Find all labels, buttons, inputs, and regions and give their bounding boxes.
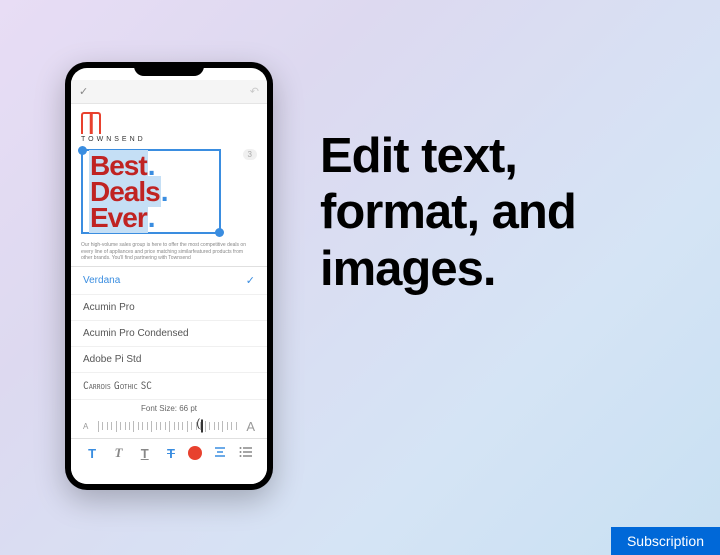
slider-thumb-icon[interactable] [201,420,203,433]
list-button[interactable] [237,446,255,461]
format-toolbar: T T T T [71,438,267,468]
tick-icon [147,422,148,430]
document-canvas[interactable]: TOWNSEND Best. Deals. Ever. 3 Our high-v… [71,104,267,266]
tick-icon [160,422,161,430]
tick-icon [111,422,112,430]
font-size-label: Font Size: 66 pt [71,400,267,417]
bold-button[interactable]: T [83,446,101,461]
app-topbar: ✓ ↶ [71,80,267,104]
tick-icon [165,422,166,430]
tick-icon [120,422,121,430]
tick-icon [182,422,183,430]
font-size-slider[interactable]: A A [71,417,267,438]
check-icon[interactable]: ✓ [79,85,88,98]
phone-mockup: ✓ ↶ TOWNSEND Best. Deals. Ever. 3 Our hi… [65,62,273,490]
tick-icon [227,422,228,430]
phone-screen: ✓ ↶ TOWNSEND Best. Deals. Ever. 3 Our hi… [71,68,267,484]
tick-icon [231,422,232,430]
tick-icon [169,421,170,432]
text-color-button[interactable] [188,446,202,460]
tick-icon [236,422,237,430]
font-option[interactable]: Adobe Pi Std [71,347,267,373]
tick-icon [116,421,117,432]
tick-icon [205,421,206,432]
underline-button[interactable]: T [136,446,154,461]
check-icon: ✓ [246,274,255,287]
strike-button[interactable]: T [162,446,180,461]
tick-icon [129,422,130,430]
resize-handle-bottom-right-icon[interactable] [215,228,224,237]
tick-icon [187,421,188,432]
tick-icon [125,422,126,430]
tick-icon [107,422,108,430]
tick-icon [174,422,175,430]
tick-icon [218,422,219,430]
align-button[interactable] [211,446,229,461]
font-picker-panel: Verdana✓Acumin ProAcumin Pro CondensedAd… [71,266,267,484]
tick-icon [98,421,99,432]
tick-icon [133,421,134,432]
brand-name: TOWNSEND [81,136,146,143]
resize-handle-top-left-icon[interactable] [78,146,87,155]
logo-mark-icon [81,112,101,134]
slider-large-icon: A [246,419,255,434]
tick-icon [214,422,215,430]
tick-icon [209,422,210,430]
tick-icon [151,421,152,432]
brand-logo: TOWNSEND [81,112,257,143]
tick-icon [222,421,223,432]
tick-icon [102,422,103,430]
font-option[interactable]: Acumin Pro [71,295,267,321]
slider-track[interactable] [94,420,240,432]
text-selection-box[interactable]: Best. Deals. Ever. [81,149,221,234]
subscription-badge: Subscription [611,527,720,555]
phone-notch [134,62,204,76]
font-option[interactable]: Carrois Gothic SC [71,373,267,400]
tick-icon [191,422,192,430]
font-option[interactable]: Acumin Pro Condensed [71,321,267,347]
page-number: 3 [243,149,257,160]
promo-headline: Edit text, format, and images. [320,128,680,297]
tick-icon [178,422,179,430]
slider-small-icon: A [83,422,88,431]
italic-button[interactable]: T [109,445,127,461]
tick-icon [142,422,143,430]
undo-icon[interactable]: ↶ [250,85,259,98]
document-body-text: Our high-volume sales group is here to o… [81,242,257,262]
tick-icon [138,422,139,430]
tick-icon [156,422,157,430]
headline-text[interactable]: Best. Deals. Ever. [89,153,213,230]
font-option[interactable]: Verdana✓ [71,267,267,295]
